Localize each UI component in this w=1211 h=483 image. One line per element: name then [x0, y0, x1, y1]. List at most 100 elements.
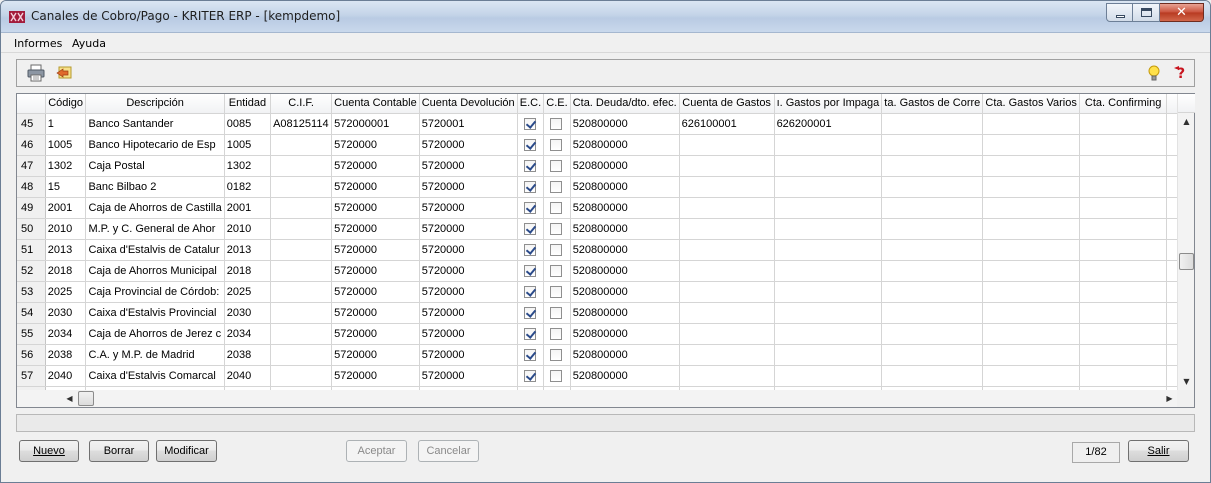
horizontal-scrollbar[interactable]: ◀ ▶	[61, 390, 1178, 407]
row-number[interactable]: 47	[17, 155, 46, 177]
column-header-gastos-correo[interactable]: ta. Gastos de Corre	[881, 94, 984, 114]
scroll-down-arrow-icon[interactable]: ▼	[1178, 373, 1195, 390]
cta-deuda-cell[interactable]: 520800000	[570, 218, 680, 240]
empty-cell[interactable]	[1079, 302, 1168, 324]
descripcion-cell[interactable]: Caixa d'Estalvis Provincial	[85, 302, 225, 324]
ce-checkbox-unchecked[interactable]	[550, 369, 563, 382]
entidad-cell[interactable]: 0085	[224, 113, 272, 135]
ec-checkbox-checked[interactable]	[523, 180, 536, 193]
table-row[interactable]: 48 15 Banc Bilbao 2 0182 5720000 5720000 52080…	[17, 176, 1178, 198]
codigo-cell[interactable]: 2018	[45, 260, 87, 282]
row-number[interactable]: 56	[17, 344, 46, 366]
cuenta-contable-cell[interactable]: 5720000	[331, 176, 420, 198]
empty-cell[interactable]	[982, 113, 1080, 135]
cif-cell[interactable]	[270, 239, 333, 261]
cuenta-devolucion-cell[interactable]: 5720000	[419, 239, 518, 261]
empty-cell[interactable]	[1166, 176, 1178, 198]
ec-checkbox-checked[interactable]	[523, 264, 536, 277]
cuenta-contable-cell[interactable]: 5720000	[331, 302, 420, 324]
column-header-ec[interactable]: E.C.	[517, 94, 545, 114]
empty-cell[interactable]	[1079, 365, 1168, 387]
row-number[interactable]: 45	[17, 113, 46, 135]
vertical-scrollbar[interactable]: ▲ ▼	[1177, 94, 1195, 390]
entidad-cell[interactable]: 2025	[224, 281, 272, 303]
empty-cell[interactable]	[982, 218, 1080, 240]
cuenta-contable-cell[interactable]: 572000001	[331, 113, 420, 135]
cuenta-contable-cell[interactable]: 5720000	[331, 365, 420, 387]
codigo-cell[interactable]: 2025	[45, 281, 87, 303]
gastos-impagados-cell[interactable]	[774, 239, 883, 261]
descripcion-cell[interactable]: Caja de Ahorros Municipal	[85, 260, 225, 282]
cta-deuda-cell[interactable]: 520800000	[570, 260, 680, 282]
row-number[interactable]: 54	[17, 302, 46, 324]
ce-checkbox-unchecked[interactable]	[550, 159, 563, 172]
cif-cell[interactable]	[270, 323, 333, 345]
ec-checkbox-checked[interactable]	[523, 138, 536, 151]
codigo-cell[interactable]: 2001	[45, 197, 87, 219]
row-number[interactable]: 46	[17, 134, 46, 156]
empty-cell[interactable]	[1166, 134, 1178, 156]
entidad-cell[interactable]: 2040	[224, 365, 272, 387]
descripcion-cell[interactable]: Caja de Ahorros de Castilla	[85, 197, 225, 219]
close-button[interactable]: ✕	[1160, 3, 1204, 22]
ce-checkbox-unchecked[interactable]	[550, 327, 563, 340]
table-row[interactable]: 57 2040 Caixa d'Estalvis Comarcal 2040 57200…	[17, 365, 1178, 387]
descripcion-cell[interactable]: Banc Bilbao 2	[85, 176, 225, 198]
entidad-cell[interactable]: 2038	[224, 344, 272, 366]
cuenta-gastos-cell[interactable]	[679, 155, 775, 177]
column-header-descripcion[interactable]: Descripción	[85, 94, 225, 114]
ce-checkbox-unchecked[interactable]	[550, 348, 563, 361]
cuenta-devolucion-cell[interactable]: 5720000	[419, 302, 518, 324]
empty-cell[interactable]	[1166, 113, 1178, 135]
empty-cell[interactable]	[1166, 260, 1178, 282]
empty-cell[interactable]	[1166, 365, 1178, 387]
table-row[interactable]: 51 2013 Caixa d'Estalvis de Catalur 2013 572…	[17, 239, 1178, 261]
ce-checkbox-unchecked[interactable]	[550, 201, 563, 214]
menu-ayuda[interactable]: Ayuda	[72, 37, 106, 50]
cuenta-gastos-cell[interactable]	[679, 281, 775, 303]
row-number[interactable]: 57	[17, 365, 46, 387]
cif-cell[interactable]	[270, 302, 333, 324]
empty-cell[interactable]	[881, 260, 984, 282]
cif-cell[interactable]	[270, 155, 333, 177]
help-icon[interactable]: ?	[1171, 64, 1191, 82]
empty-cell[interactable]	[1166, 281, 1178, 303]
scroll-left-arrow-icon[interactable]: ◀	[61, 390, 78, 407]
column-header-confirming[interactable]: Cta. Confirming	[1079, 94, 1168, 114]
empty-cell[interactable]	[1166, 344, 1178, 366]
entidad-cell[interactable]: 2030	[224, 302, 272, 324]
ce-checkbox-unchecked[interactable]	[550, 180, 563, 193]
column-header-codigo[interactable]: Código	[45, 94, 87, 114]
cuenta-gastos-cell[interactable]	[679, 218, 775, 240]
empty-cell[interactable]	[881, 365, 984, 387]
empty-cell[interactable]	[1166, 239, 1178, 261]
cuenta-contable-cell[interactable]: 5720000	[331, 239, 420, 261]
empty-cell[interactable]	[1079, 260, 1168, 282]
entidad-cell[interactable]: 2001	[224, 197, 272, 219]
cta-deuda-cell[interactable]: 520800000	[570, 155, 680, 177]
empty-cell[interactable]	[881, 323, 984, 345]
entidad-cell[interactable]: 2034	[224, 323, 272, 345]
cta-deuda-cell[interactable]: 520800000	[570, 365, 680, 387]
entidad-cell[interactable]: 2013	[224, 239, 272, 261]
vertical-scroll-thumb[interactable]	[1179, 253, 1194, 270]
cta-deuda-cell[interactable]: 520800000	[570, 302, 680, 324]
cuenta-devolucion-cell[interactable]: 5720001	[419, 113, 518, 135]
column-header-gastos-impagados[interactable]: ı. Gastos por Impaga	[774, 94, 883, 114]
empty-cell[interactable]	[982, 155, 1080, 177]
ec-checkbox-checked[interactable]	[523, 159, 536, 172]
cuenta-gastos-cell[interactable]	[679, 260, 775, 282]
gastos-impagados-cell[interactable]	[774, 302, 883, 324]
entidad-cell[interactable]: 2010	[224, 218, 272, 240]
cuenta-contable-cell[interactable]: 5720000	[331, 281, 420, 303]
cuenta-contable-cell[interactable]: 5720000	[331, 134, 420, 156]
codigo-cell[interactable]: 15	[45, 176, 87, 198]
gastos-impagados-cell[interactable]	[774, 365, 883, 387]
cif-cell[interactable]	[270, 344, 333, 366]
empty-cell[interactable]	[982, 239, 1080, 261]
cuenta-devolucion-cell[interactable]: 5720000	[419, 155, 518, 177]
empty-cell[interactable]	[982, 344, 1080, 366]
empty-cell[interactable]	[1079, 218, 1168, 240]
cuenta-gastos-cell[interactable]: 626100001	[679, 113, 775, 135]
data-grid[interactable]: Código Descripción Entidad C.I.F. Cuenta…	[17, 94, 1178, 390]
